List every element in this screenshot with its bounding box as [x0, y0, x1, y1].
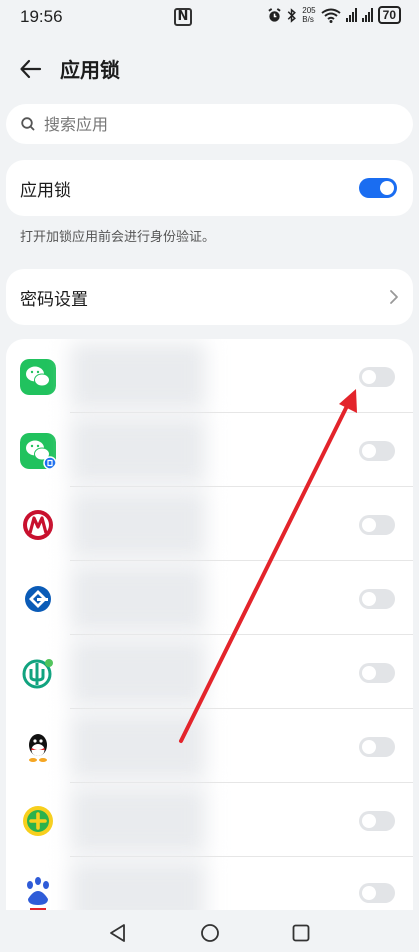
app-lock-hint: 打开加锁应用前会进行身份验证。: [20, 230, 216, 245]
app-lock-switch[interactable]: [359, 737, 395, 757]
app-lock-label: 应用锁: [20, 181, 71, 201]
password-settings-row[interactable]: 密码设置: [6, 269, 413, 325]
app-lock-switch[interactable]: [359, 515, 395, 535]
list-item: [6, 487, 413, 561]
app-name-blurred: [70, 638, 206, 706]
app-name-blurred: [70, 416, 206, 484]
qq-icon[interactable]: [20, 729, 56, 765]
wifi-icon: [321, 8, 341, 23]
back-arrow-icon[interactable]: [18, 56, 44, 82]
signal-1-icon: [345, 8, 357, 22]
speed-value: 205: [302, 6, 316, 15]
wechat-clone-icon[interactable]: [20, 433, 56, 469]
list-item: [6, 783, 413, 857]
alarm-icon: [268, 7, 281, 22]
search-bar[interactable]: [6, 104, 413, 144]
nav-back-icon[interactable]: [107, 922, 129, 944]
app-lock-switch[interactable]: [359, 589, 395, 609]
app-lock-switch[interactable]: [359, 663, 395, 683]
status-icons: 205 B/s 70: [267, 6, 401, 24]
app-name-blurred: [70, 564, 206, 632]
battery-icon: 70: [377, 6, 401, 24]
list-item: [6, 339, 413, 413]
360-icon[interactable]: [20, 803, 56, 839]
list-item: [6, 635, 413, 709]
network-speed: 205 B/s: [302, 6, 315, 24]
app-lock-switch[interactable]: [359, 883, 395, 903]
search-icon: [21, 117, 35, 131]
nav-home-icon[interactable]: [199, 922, 221, 944]
nfc-icon: N: [174, 8, 192, 26]
bluetooth-icon: [288, 7, 297, 23]
list-item: [6, 709, 413, 783]
page-title: 应用锁: [60, 58, 120, 82]
system-nav-bar: [0, 910, 419, 952]
app-name-blurred: [70, 342, 206, 410]
chevron-right-icon: [390, 290, 398, 304]
battery-level: 70: [382, 8, 396, 22]
list-item: [6, 561, 413, 635]
nav-recents-icon[interactable]: [290, 922, 312, 944]
app-header: 应用锁: [0, 44, 419, 92]
app-lock-switch[interactable]: [359, 367, 395, 387]
app-name-blurred: [70, 490, 206, 558]
status-bar: 19:56 N 205 B/s 70: [0, 0, 419, 34]
password-settings-label: 密码设置: [20, 290, 88, 310]
app-lock-card: 应用锁: [6, 160, 413, 216]
ccb-bank-icon[interactable]: [20, 581, 56, 617]
baidu-icon[interactable]: [20, 875, 56, 911]
app-list: [6, 339, 413, 919]
search-input[interactable]: [42, 113, 376, 135]
app-name-blurred: [70, 712, 206, 780]
app-lock-switch[interactable]: [359, 811, 395, 831]
signal-2-icon: [361, 8, 373, 22]
wechat-icon[interactable]: [20, 359, 56, 395]
app-lock-switch[interactable]: [359, 441, 395, 461]
abc-bank-icon[interactable]: [20, 655, 56, 691]
status-time: 19:56: [20, 7, 63, 26]
speed-unit: B/s: [302, 15, 314, 24]
list-item: [6, 413, 413, 487]
app-name-blurred: [70, 786, 206, 854]
cmb-bank-icon[interactable]: [20, 507, 56, 543]
app-lock-toggle[interactable]: [359, 178, 397, 198]
